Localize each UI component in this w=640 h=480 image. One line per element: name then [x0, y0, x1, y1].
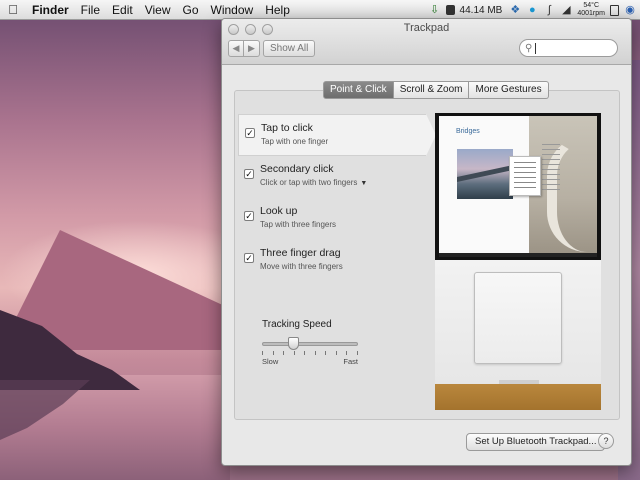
- trackpad-illustration: [474, 272, 562, 364]
- tap-to-click-checkbox[interactable]: ✓: [245, 128, 255, 138]
- secondary-click-checkbox[interactable]: ✓: [244, 169, 254, 179]
- search-field[interactable]: ⚲: [519, 39, 618, 57]
- options-list: ✓ Tap to click Tap with one finger ✓ Sec…: [238, 114, 436, 282]
- menu-view[interactable]: View: [139, 3, 177, 17]
- preview-context-menu: [509, 156, 541, 196]
- tab-more-gestures[interactable]: More Gestures: [469, 81, 549, 99]
- battery-icon[interactable]: [610, 4, 619, 16]
- memory-readout[interactable]: 44.14 MB: [460, 5, 503, 16]
- secondary-click-mode: Click or tap with two fingers: [260, 178, 358, 187]
- slider-thumb[interactable]: [288, 337, 299, 350]
- tab-scroll-zoom[interactable]: Scroll & Zoom: [393, 81, 470, 99]
- fast-label: Fast: [343, 357, 358, 366]
- slider-labels: Slow Fast: [262, 357, 358, 366]
- look-up-checkbox[interactable]: ✓: [244, 211, 254, 221]
- option-three-finger-drag[interactable]: ✓ Three finger drag Move with three fing…: [240, 240, 426, 282]
- tracking-speed-label: Tracking Speed: [262, 319, 332, 330]
- fan-rpm-value: 4001rpm: [577, 10, 605, 17]
- option-title: Tap to click: [261, 122, 313, 134]
- option-subtitle: Move with three fingers: [260, 262, 343, 271]
- menu-finder[interactable]: Finder: [26, 3, 75, 17]
- preview-text-lines: [542, 144, 560, 194]
- back-button[interactable]: ◀: [228, 40, 244, 57]
- preview-screen-bezel: [439, 253, 597, 257]
- spotlight-icon[interactable]: ◉: [624, 4, 636, 16]
- option-subtitle: Tap with one finger: [261, 137, 329, 146]
- slow-label: Slow: [262, 357, 279, 366]
- nav-buttons: ◀ ▶: [228, 40, 260, 57]
- menu-window[interactable]: Window: [205, 3, 260, 17]
- option-title: Secondary click: [260, 163, 334, 175]
- chevron-down-icon[interactable]: ▼: [360, 180, 367, 187]
- tab-bar: Point & Click Scroll & Zoom More Gesture…: [323, 81, 549, 99]
- dropbox-icon[interactable]: ❖: [509, 4, 521, 16]
- menu-edit[interactable]: Edit: [106, 3, 139, 17]
- apple-icon[interactable]: : [0, 2, 26, 17]
- option-tap-to-click[interactable]: ✓ Tap to click Tap with one finger: [238, 114, 436, 156]
- window-titlebar[interactable]: Trackpad ◀ ▶ Show All ⚲: [222, 19, 631, 65]
- forward-button[interactable]: ▶: [244, 40, 260, 57]
- three-finger-drag-checkbox[interactable]: ✓: [244, 253, 254, 263]
- setup-bluetooth-trackpad-button[interactable]: Set Up Bluetooth Trackpad...: [466, 433, 606, 451]
- option-title: Look up: [260, 205, 298, 217]
- window-title: Trackpad: [403, 22, 450, 34]
- help-button[interactable]: ?: [598, 433, 614, 449]
- tracking-speed-control: Tracking Speed Slow Fast: [262, 319, 372, 366]
- temperature-readout[interactable]: 54°C 4001rpm: [577, 2, 605, 18]
- menu-bar:  Finder File Edit View Go Window Help ⇩…: [0, 0, 640, 20]
- gesture-preview: Bridges: [435, 113, 601, 410]
- menu-file[interactable]: File: [75, 3, 106, 17]
- bluetooth-icon[interactable]: ∫: [543, 4, 555, 16]
- skype-icon[interactable]: ●: [526, 4, 538, 16]
- preview-screen: Bridges: [435, 113, 601, 260]
- option-secondary-click[interactable]: ✓ Secondary click Click or tap with two …: [240, 156, 426, 198]
- temperature-value: 54°C: [583, 2, 599, 9]
- option-look-up[interactable]: ✓ Look up Tap with three fingers: [240, 198, 426, 240]
- preview-doc-title: Bridges: [456, 128, 480, 135]
- memory-icon[interactable]: [445, 5, 455, 15]
- tracking-speed-slider[interactable]: [262, 337, 358, 350]
- preview-bridge-image: [457, 149, 513, 199]
- show-all-button[interactable]: Show All: [263, 40, 316, 57]
- preview-document: Bridges: [439, 116, 597, 253]
- menu-go[interactable]: Go: [177, 3, 205, 17]
- tab-point-click[interactable]: Point & Click: [323, 81, 394, 99]
- text-cursor: [535, 43, 536, 54]
- slider-ticks: [262, 351, 358, 355]
- menu-help[interactable]: Help: [259, 3, 296, 17]
- search-icon: ⚲: [525, 43, 533, 54]
- chevron-right-icon: ▶: [248, 43, 255, 53]
- chevron-left-icon: ◀: [232, 43, 240, 53]
- trackpad-window: Trackpad ◀ ▶ Show All ⚲ Point & Click Sc…: [221, 18, 632, 466]
- wifi-icon[interactable]: ◢: [560, 4, 572, 16]
- desk-surface: [435, 384, 601, 410]
- option-title: Three finger drag: [260, 247, 341, 259]
- option-subtitle: Tap with three fingers: [260, 220, 337, 229]
- status-area: ⇩ 44.14 MB ❖ ● ∫ ◢ 54°C 4001rpm ◉: [429, 0, 636, 20]
- preview-trackpad-photo: [435, 260, 601, 410]
- download-icon[interactable]: ⇩: [429, 4, 441, 16]
- option-subtitle[interactable]: Click or tap with two fingers ▼: [260, 178, 426, 187]
